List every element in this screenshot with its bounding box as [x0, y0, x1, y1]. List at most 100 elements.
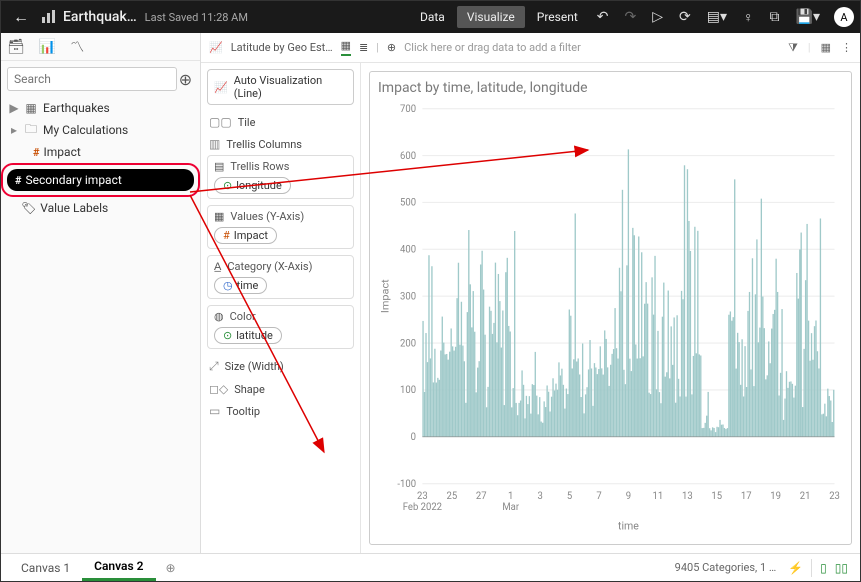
clock-icon: ◷ — [223, 279, 233, 292]
search-input[interactable] — [7, 67, 177, 91]
data-pane-icon[interactable]: 🗃 — [7, 39, 25, 55]
svg-text:25: 25 — [446, 491, 457, 502]
layout-single-icon[interactable]: ▯ — [816, 561, 831, 575]
redo-icon[interactable]: ↷ — [617, 9, 645, 25]
viz-pane-icon[interactable]: 📊 — [39, 39, 56, 55]
props-icon[interactable]: ▦ — [821, 41, 831, 55]
shape-icon: ◻◇ — [209, 382, 228, 396]
svg-text:17: 17 — [741, 491, 752, 502]
tag-icon: 🏷 — [21, 201, 36, 215]
avatar[interactable]: A — [834, 7, 854, 27]
filter-icon[interactable]: ⧩ — [788, 41, 798, 55]
viz-type-label: Auto Visualization (Line) — [234, 74, 347, 100]
svg-text:Feb 2022: Feb 2022 — [403, 502, 443, 513]
folder-icon: 🗀 — [23, 120, 39, 141]
pill-time[interactable]: ◷time — [214, 277, 267, 294]
canvas-tab-2[interactable]: Canvas 2 — [82, 554, 155, 581]
shelf-trellis-rows[interactable]: ▤Trellis Rows ⊙longitude — [207, 155, 354, 199]
color-icon: ◍ — [214, 310, 224, 323]
add-data-icon[interactable]: ⊕ — [177, 70, 194, 89]
svg-text:600: 600 — [400, 151, 416, 162]
svg-text:time: time — [618, 519, 639, 532]
svg-text:13: 13 — [682, 491, 693, 502]
grid-mode-icon[interactable]: ▦ — [341, 39, 351, 56]
svg-text:300: 300 — [400, 291, 416, 302]
svg-text:0: 0 — [411, 432, 416, 443]
menu-icon[interactable]: ⋮ — [841, 41, 852, 55]
svg-text:400: 400 — [400, 244, 416, 255]
svg-text:3: 3 — [537, 491, 542, 502]
svg-text:21: 21 — [800, 491, 811, 502]
tab-visualize[interactable]: Visualize — [457, 6, 525, 28]
svg-text:15: 15 — [711, 491, 722, 502]
viz-type-selector[interactable]: 📈 Auto Visualization (Line) — [207, 69, 354, 105]
number-icon: # — [33, 146, 40, 159]
add-canvas-icon[interactable]: ⊕ — [156, 561, 186, 575]
tree-label: My Calculations — [43, 123, 128, 137]
tree-dataset-earthquakes[interactable]: ▶▦ Earthquakes — [5, 97, 196, 119]
add-filter-icon[interactable]: ⊕ — [387, 41, 396, 54]
svg-text:1: 1 — [508, 491, 513, 502]
breadcrumb[interactable]: Latitude by Geo Est… — [231, 41, 333, 54]
undo-icon[interactable]: ↶ — [589, 9, 617, 25]
export-icon[interactable]: ⧉ — [762, 9, 788, 25]
trellis-rows-icon: ▤ — [214, 160, 224, 173]
back-button[interactable]: ← — [7, 7, 35, 27]
shelf-values[interactable]: ▦Values (Y-Axis) #Impact — [207, 205, 354, 249]
tree-item-secondary-impact[interactable]: # Secondary impact — [7, 169, 194, 191]
shelf-category[interactable]: A̲Category (X-Axis) ◷time — [207, 255, 354, 299]
viz-type-icon: 📈 — [214, 81, 228, 94]
insight-icon[interactable]: ♀ — [735, 9, 762, 26]
comment-icon[interactable]: ▤▾ — [699, 9, 735, 25]
list-mode-icon[interactable]: ≣ — [359, 41, 368, 54]
svg-text:-100: -100 — [397, 479, 416, 490]
tree-label: Earthquakes — [43, 101, 110, 115]
svg-text:23: 23 — [417, 491, 428, 502]
svg-text:100: 100 — [400, 385, 416, 396]
svg-text:27: 27 — [476, 491, 487, 502]
svg-text:23: 23 — [829, 491, 840, 502]
filter-hint[interactable]: Click here or drag data to add a filter — [404, 41, 581, 54]
chart-card[interactable]: Impact by time, latitude, longitude -100… — [369, 71, 852, 545]
category-icon: A̲ — [214, 260, 221, 273]
layout-split-icon[interactable]: ▯▯ — [831, 561, 852, 575]
pill-longitude[interactable]: ⊙longitude — [214, 177, 291, 194]
analytics-pane-icon[interactable]: 〽 — [70, 37, 84, 57]
tab-present[interactable]: Present — [527, 6, 588, 28]
canvas-tab-1[interactable]: Canvas 1 — [9, 554, 82, 581]
shelf-color[interactable]: ◍Color ⊙latitude — [207, 305, 354, 349]
values-icon: ▦ — [214, 210, 224, 223]
number-icon: # — [223, 229, 230, 242]
live-icon[interactable]: ⚡ — [784, 561, 807, 575]
geo-icon: ⊙ — [223, 329, 232, 342]
svg-text:7: 7 — [596, 491, 601, 502]
tree-folder-mycalcs[interactable]: ▸🗀 My Calculations — [5, 119, 196, 141]
save-menu-icon[interactable]: 💾▾ — [788, 9, 828, 25]
tree-label: Impact — [44, 145, 81, 159]
shelf-shape[interactable]: ◻◇Shape — [207, 378, 354, 400]
svg-text:200: 200 — [400, 338, 416, 349]
shelf-size[interactable]: ⤢Size (Width) — [207, 355, 354, 378]
status-text: 9405 Categories, 1 … — [675, 561, 785, 574]
trellis-cols-icon: ▥ — [209, 137, 220, 151]
shelf-trellis-cols[interactable]: ▥Trellis Columns — [207, 133, 354, 155]
svg-text:Impact: Impact — [379, 279, 392, 313]
pill-latitude[interactable]: ⊙latitude — [214, 327, 282, 344]
refresh-icon[interactable]: ⟳ — [671, 9, 699, 25]
tile-icon: ▢▢ — [209, 115, 232, 129]
svg-text:19: 19 — [770, 491, 781, 502]
tree-item-value-labels[interactable]: 🏷 Value Labels — [5, 197, 196, 219]
chart-plot: -100010020030040050060070023Feb 20222527… — [378, 100, 843, 536]
shelf-tile[interactable]: ▢▢Tile — [207, 111, 354, 133]
tab-data[interactable]: Data — [410, 6, 455, 28]
shelf-tooltip[interactable]: ▭Tooltip — [207, 400, 354, 422]
svg-text:700: 700 — [400, 104, 416, 115]
tree-item-impact[interactable]: # Impact — [5, 141, 196, 163]
pill-impact[interactable]: #Impact — [214, 227, 277, 244]
tree-label: Secondary impact — [26, 173, 122, 187]
tree-label: Value Labels — [40, 201, 108, 215]
project-title: Earthquak… — [63, 9, 145, 25]
tooltip-icon: ▭ — [209, 404, 220, 418]
svg-text:9: 9 — [626, 491, 631, 502]
preview-icon[interactable]: ▷ — [644, 9, 671, 25]
